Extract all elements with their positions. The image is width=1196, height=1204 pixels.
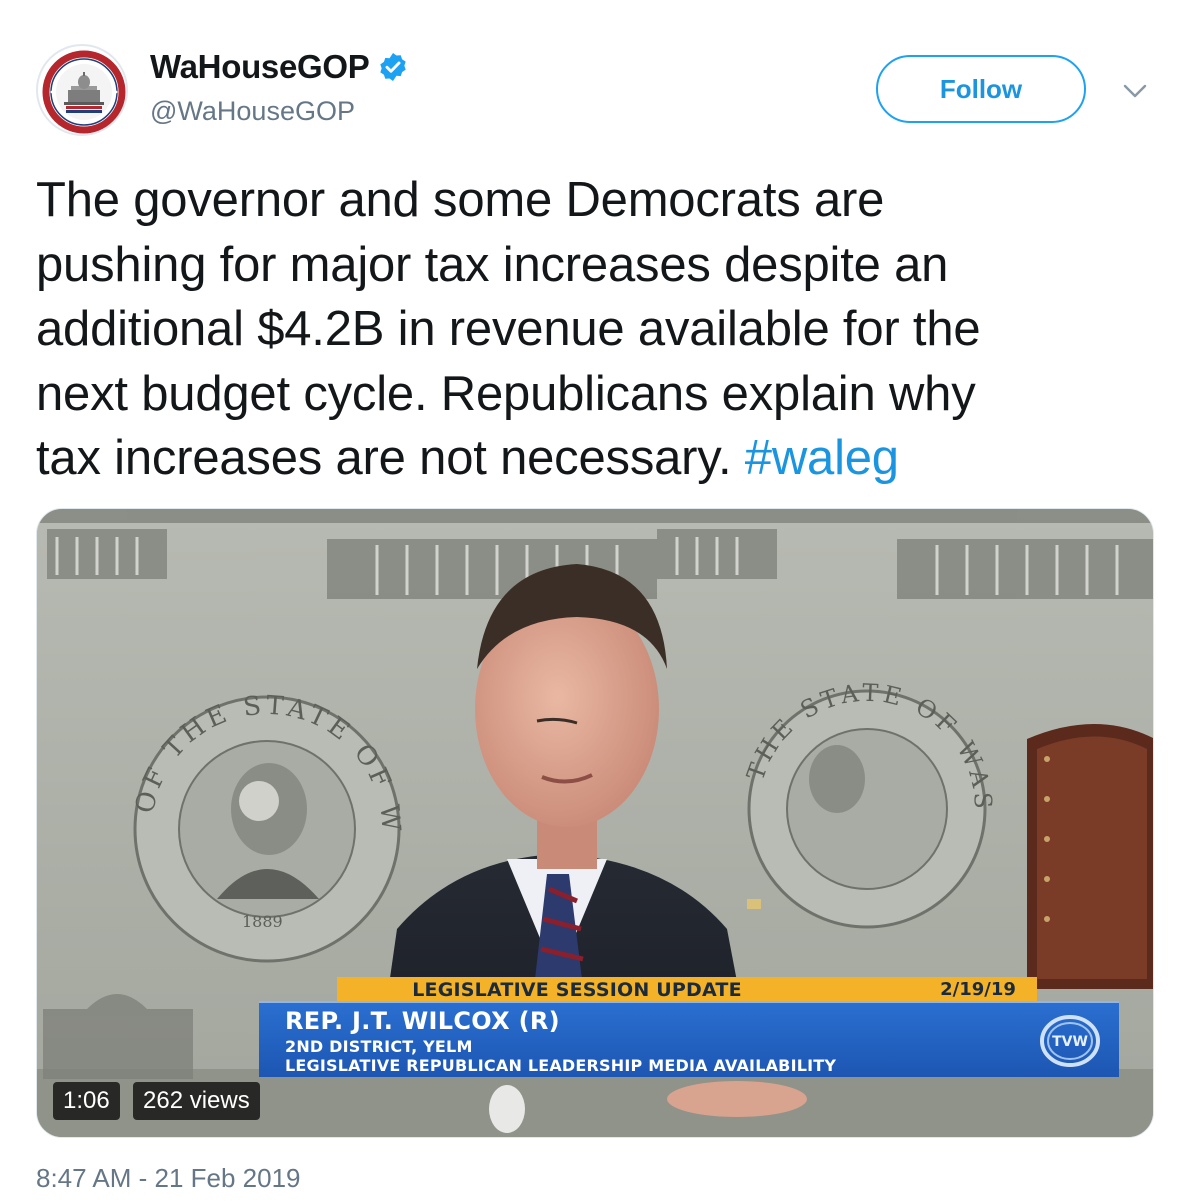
chevron-down-icon[interactable] — [1120, 76, 1150, 106]
tweet-text: The governor and some Democrats are push… — [36, 168, 1156, 491]
user-handle[interactable]: @WaHouseGOP — [150, 96, 355, 127]
display-name[interactable]: WaHouseGOP — [150, 48, 370, 86]
seal-year: 1889 — [242, 912, 283, 931]
verified-badge-icon — [380, 53, 407, 81]
tweet-text-line: pushing for major tax increases despite … — [36, 237, 949, 292]
video-duration: 1:06 — [53, 1082, 120, 1120]
tweet-timestamp[interactable]: 8:47 AM - 21 Feb 2019 — [36, 1163, 301, 1194]
tweet-text-line: additional $4.2B in revenue available fo… — [36, 302, 981, 356]
tweet-card: WaHouseGOP @WaHouseGOP Follow The govern… — [0, 0, 1196, 1204]
tweet-text-line: tax increases are not necessary. #waleg — [36, 426, 1156, 491]
tweet-text-line: The governor and some Democrats are — [36, 173, 885, 227]
tweet-text-line: next budget cycle. Republicans explain w… — [36, 366, 976, 421]
hashtag-link[interactable]: #waleg — [745, 431, 899, 485]
tweet-text-line-end: tax increases are not necessary. — [36, 431, 745, 485]
video-views: 262 views — [133, 1082, 260, 1120]
author-row: WaHouseGOP — [150, 48, 409, 86]
video-player[interactable]: OF THE STATE OF WASHI 1889 THE STATE OF … — [36, 508, 1154, 1138]
avatar[interactable] — [36, 44, 128, 136]
follow-button[interactable]: Follow — [876, 55, 1086, 123]
house-republicans-seal-icon — [40, 48, 126, 134]
video-frame: OF THE STATE OF WASHI 1889 THE STATE OF … — [37, 509, 1153, 1137]
